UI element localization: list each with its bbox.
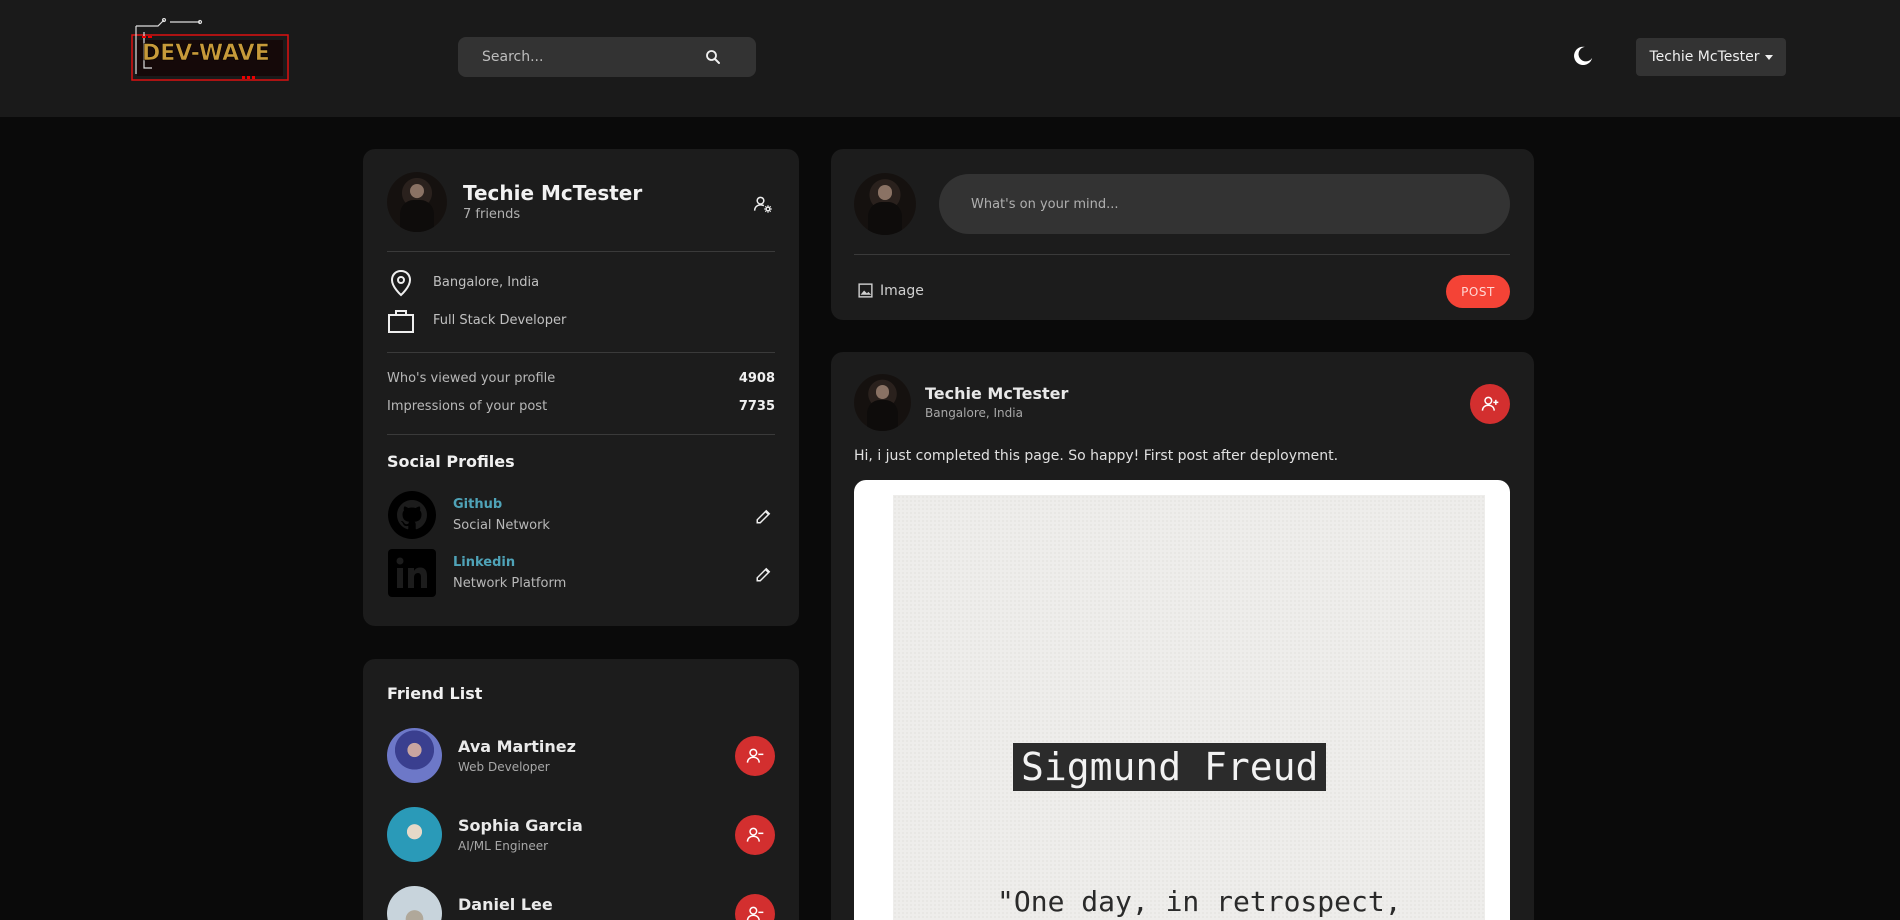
dark-mode-toggle-icon[interactable] [1572,45,1594,67]
profile-divider [387,251,775,252]
person-remove-icon [746,906,764,920]
profile-avatar[interactable] [387,172,447,232]
remove-friend-button[interactable] [735,736,775,776]
add-image-label: Image [880,282,924,299]
person-add-icon [1481,396,1499,411]
stat-value-impressions: 7735 [738,399,775,414]
quote-image-title: Sigmund Freud [1013,743,1327,791]
stat-label-profile-views: Who's viewed your profile [387,371,556,386]
friend-avatar[interactable] [387,728,442,783]
social-link-linkedin[interactable]: Linkedin [453,555,515,570]
manage-account-icon[interactable] [753,194,773,214]
quote-image: Sigmund Freud "One day, in retrospect, [893,495,1485,920]
friend-avatar[interactable] [387,807,442,862]
search-bar[interactable] [458,37,756,77]
social-link-github[interactable]: Github [453,497,502,512]
post-author-avatar[interactable] [854,374,911,431]
person-remove-icon [746,827,764,842]
add-friend-button[interactable] [1470,384,1510,424]
image-icon [858,283,873,298]
svg-text:DEV-WAVE: DEV-WAVE [142,41,270,66]
remove-friend-button[interactable] [735,815,775,855]
post-author-name[interactable]: Techie McTester [925,384,1068,403]
stat-value-profile-views: 4908 [738,371,775,386]
friend-list-title: Friend List [387,684,483,703]
post-image[interactable]: Sigmund Freud "One day, in retrospect, [854,480,1510,920]
post-author-location: Bangalore, India [925,406,1023,420]
top-navbar: DEV-WAVE Techie McTester [0,0,1900,117]
github-icon [388,491,436,539]
post-body-text: Hi, i just completed this page. So happy… [854,448,1339,464]
caret-down-icon [1764,54,1773,60]
post-input-container[interactable] [939,174,1510,234]
dev-wave-logo[interactable]: DEV-WAVE [130,17,292,82]
search-icon[interactable] [704,48,722,66]
profile-occupation: Full Stack Developer [433,313,567,328]
friend-role: AI/ML Engineer [458,839,549,853]
profile-location: Bangalore, India [433,275,540,290]
linkedin-icon [388,549,436,597]
profile-name[interactable]: Techie McTester [463,181,642,205]
profile-friend-count: 7 friends [463,207,521,222]
post-input[interactable] [939,174,1510,234]
briefcase-icon [388,310,414,333]
social-profiles-title: Social Profiles [387,452,515,471]
friend-name[interactable]: Sophia Garcia [458,816,583,835]
composer-divider [854,254,1510,255]
person-remove-icon [746,748,764,763]
edit-pencil-icon[interactable] [755,507,773,525]
social-sub-github: Social Network [453,518,550,533]
stat-label-impressions: Impressions of your post [387,399,548,414]
add-image-button[interactable]: Image [857,282,924,299]
user-menu-label: Techie McTester [1649,49,1760,65]
profile-divider [387,434,775,435]
user-menu-button[interactable]: Techie McTester [1636,38,1786,76]
profile-divider [387,352,775,353]
friend-role: Web Developer [458,760,550,774]
composer-avatar[interactable] [854,173,916,235]
edit-pencil-icon[interactable] [755,565,773,583]
friend-name[interactable]: Daniel Lee [458,895,553,914]
post-button[interactable]: POST [1446,275,1510,308]
social-sub-linkedin: Network Platform [453,576,567,591]
friend-name[interactable]: Ava Martinez [458,737,576,756]
quote-image-text: "One day, in retrospect, [997,885,1402,918]
location-pin-icon [390,269,412,297]
